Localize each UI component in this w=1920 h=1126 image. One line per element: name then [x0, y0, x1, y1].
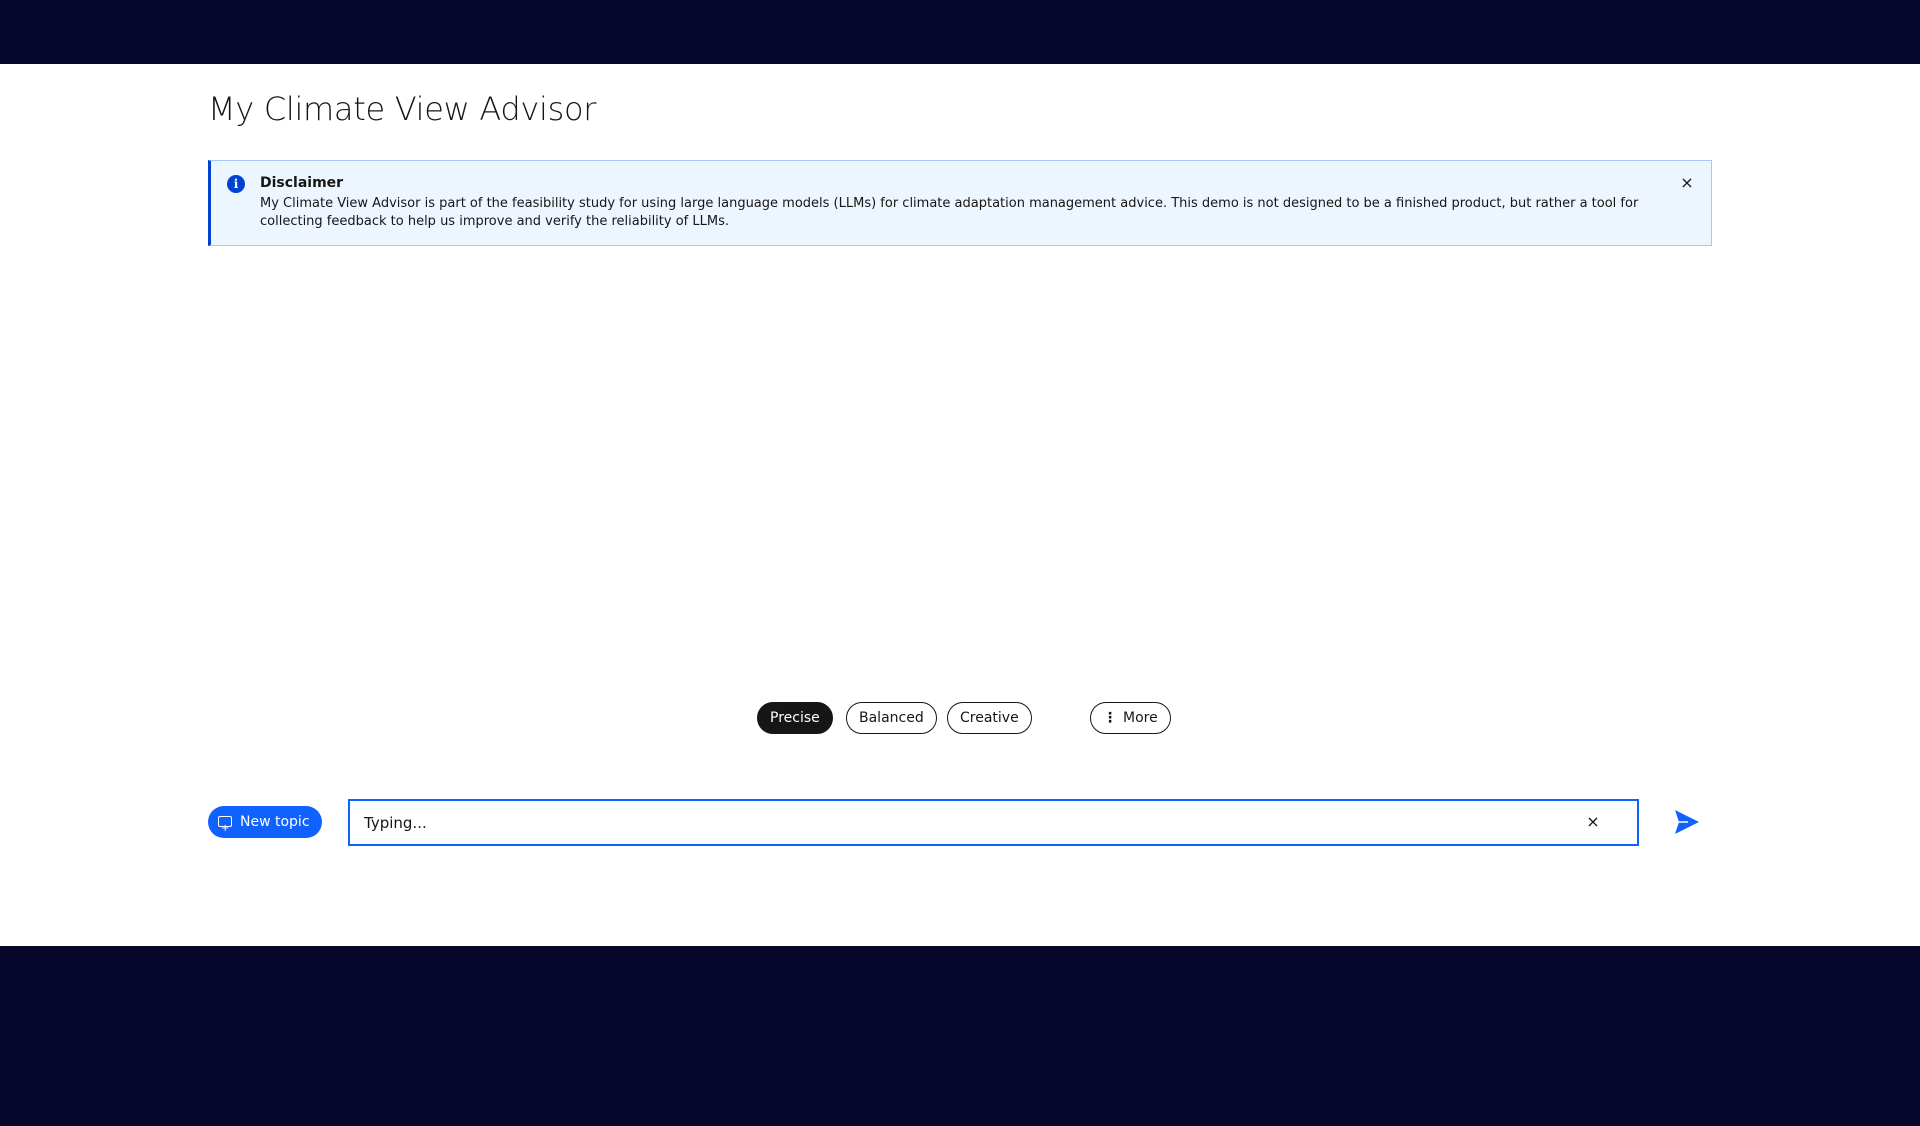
more-button[interactable]: ⋮ More	[1090, 702, 1171, 734]
mode-balanced-button[interactable]: Balanced	[846, 702, 937, 734]
send-icon	[1675, 810, 1699, 834]
send-button[interactable]	[1672, 807, 1702, 837]
overflow-menu-icon: ⋮	[1103, 710, 1117, 726]
top-header-bar	[0, 0, 1920, 64]
more-label: More	[1123, 710, 1158, 726]
disclaimer-notification: i Disclaimer My Climate View Advisor is …	[208, 160, 1712, 246]
new-chat-icon	[218, 813, 232, 845]
chat-input[interactable]	[350, 801, 1590, 844]
mode-precise-button[interactable]: Precise	[757, 702, 833, 734]
disclaimer-title: Disclaimer	[260, 175, 344, 191]
mode-creative-button[interactable]: Creative	[947, 702, 1032, 734]
info-icon: i	[227, 175, 245, 193]
disclaimer-body: My Climate View Advisor is part of the f…	[260, 196, 1639, 229]
close-icon[interactable]: ×	[1677, 173, 1697, 193]
footer-band	[0, 946, 1920, 1126]
clear-input-icon[interactable]: ×	[1583, 812, 1603, 832]
new-topic-button[interactable]: New topic	[208, 806, 322, 845]
page-title: My Climate View Advisor	[208, 90, 597, 128]
chat-input-container: ×	[348, 799, 1639, 846]
main-content: My Climate View Advisor i Disclaimer My …	[0, 64, 1920, 946]
new-topic-label: New topic	[240, 814, 310, 830]
response-mode-selector: Precise Balanced Creative ⋮ More	[0, 702, 1920, 734]
